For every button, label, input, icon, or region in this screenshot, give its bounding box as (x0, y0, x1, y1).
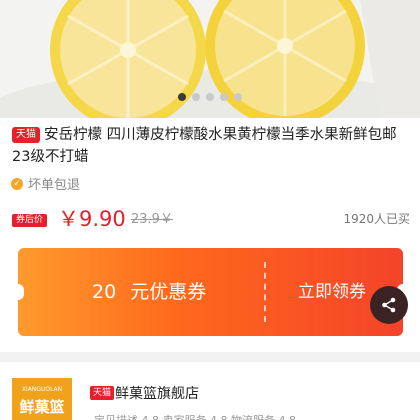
shop-name[interactable]: 鲜菓篮旗舰店 (115, 384, 199, 404)
sold-count: 1920人已买 (343, 212, 410, 226)
shop-logo-name: 鲜菓篮 (19, 398, 65, 416)
tmall-badge: 天猫 (12, 127, 40, 143)
share-button[interactable] (370, 286, 408, 324)
carousel-dot[interactable] (220, 93, 228, 101)
product-title: 安岳柠檬 四川薄皮柠檬酸水果黄柠檬当季水果新鲜包邮23级不打蜡 (12, 127, 397, 165)
coupon-card[interactable]: 20 元优惠券 立即领券 (12, 248, 409, 336)
shop-ratings: 宝贝描述 4.8 卖家服务 4.8 物流服务 4.8 (94, 412, 296, 420)
coupon-divider (264, 262, 266, 322)
check-icon: ✓ (11, 177, 23, 190)
guarantee-row: ✓ 坏单包退 (11, 174, 80, 193)
share-icon (382, 297, 396, 313)
price-row: 券后价 ￥9.90 23.9￥ 1920人已买 (12, 205, 412, 233)
price-tag: 券后价 (12, 214, 48, 227)
shop-logo-latin: XIANGUOLAN (21, 386, 63, 393)
carousel-dots[interactable] (0, 93, 420, 101)
carousel-dot[interactable] (178, 93, 186, 101)
coupon-suffix: 元优惠券 (130, 281, 207, 303)
coupon-amount: 20 元优惠券 (92, 280, 206, 304)
carousel-dot[interactable] (206, 93, 214, 101)
product-title-block: 天猫 安岳柠檬 四川薄皮柠檬酸水果黄柠檬当季水果新鲜包邮23级不打蜡 (12, 124, 412, 168)
coupon-value: 20 (92, 281, 117, 303)
original-price: 23.9￥ (131, 212, 173, 227)
shop-logo[interactable]: XIANGUOLAN 鲜菓篮 (12, 378, 72, 420)
carousel-dot[interactable] (234, 93, 242, 101)
claim-coupon-button[interactable]: 立即领券 (298, 280, 366, 304)
product-image[interactable] (0, 0, 420, 118)
section-separator (0, 352, 420, 362)
coupon-notch (12, 284, 24, 300)
current-price: ￥9.90 (58, 207, 126, 231)
carousel-dot[interactable] (192, 93, 200, 101)
guarantee-text: 坏单包退 (28, 178, 81, 193)
shop-tmall-badge: 天猫 (90, 386, 115, 400)
